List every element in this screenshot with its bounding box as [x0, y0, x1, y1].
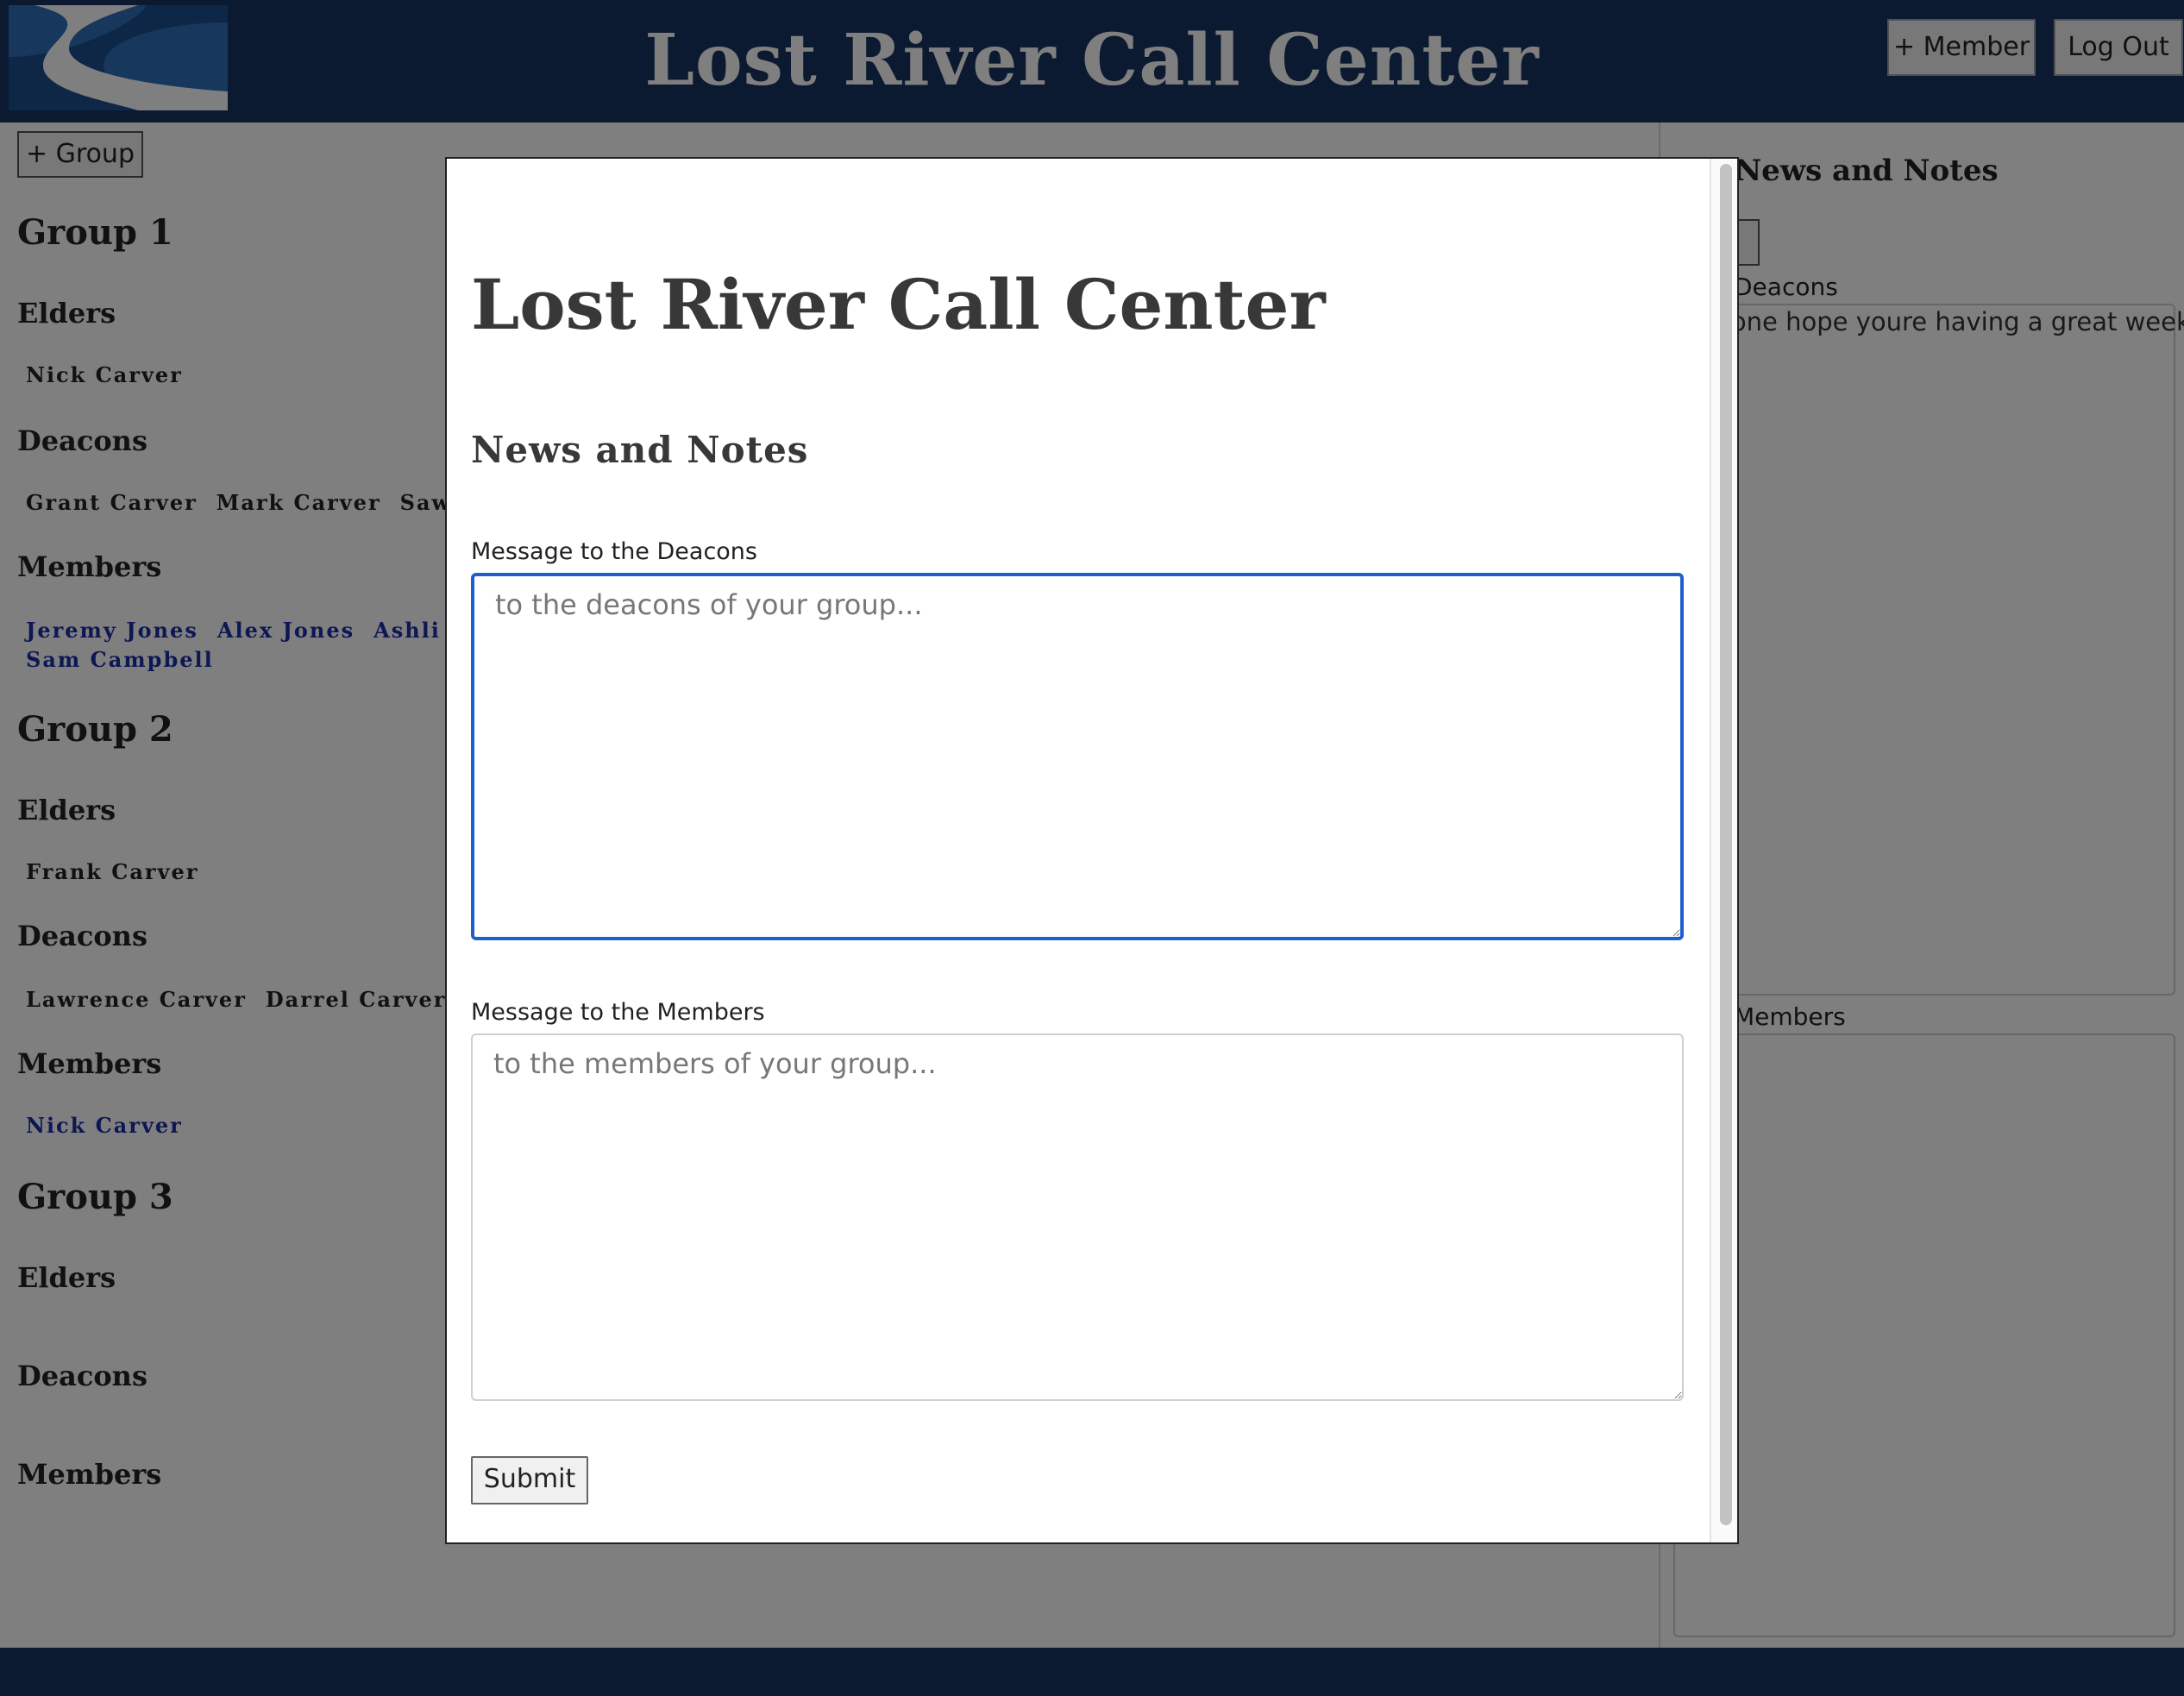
submit-button[interactable]: Submit: [471, 1456, 588, 1504]
members-message-label: Message to the Members: [471, 999, 765, 1026]
deacons-message-label: Message to the Deacons: [471, 538, 757, 565]
modal-title: Lost River Call Center: [471, 264, 1326, 345]
modal-subtitle: News and Notes: [471, 429, 809, 471]
members-message-field[interactable]: [471, 1033, 1684, 1401]
scrollbar-thumb[interactable]: [1720, 164, 1732, 1525]
modal-scrollbar[interactable]: [1710, 159, 1737, 1542]
news-notes-modal: Lost River Call Center News and Notes Me…: [445, 157, 1739, 1544]
deacons-message-field[interactable]: [471, 573, 1684, 940]
